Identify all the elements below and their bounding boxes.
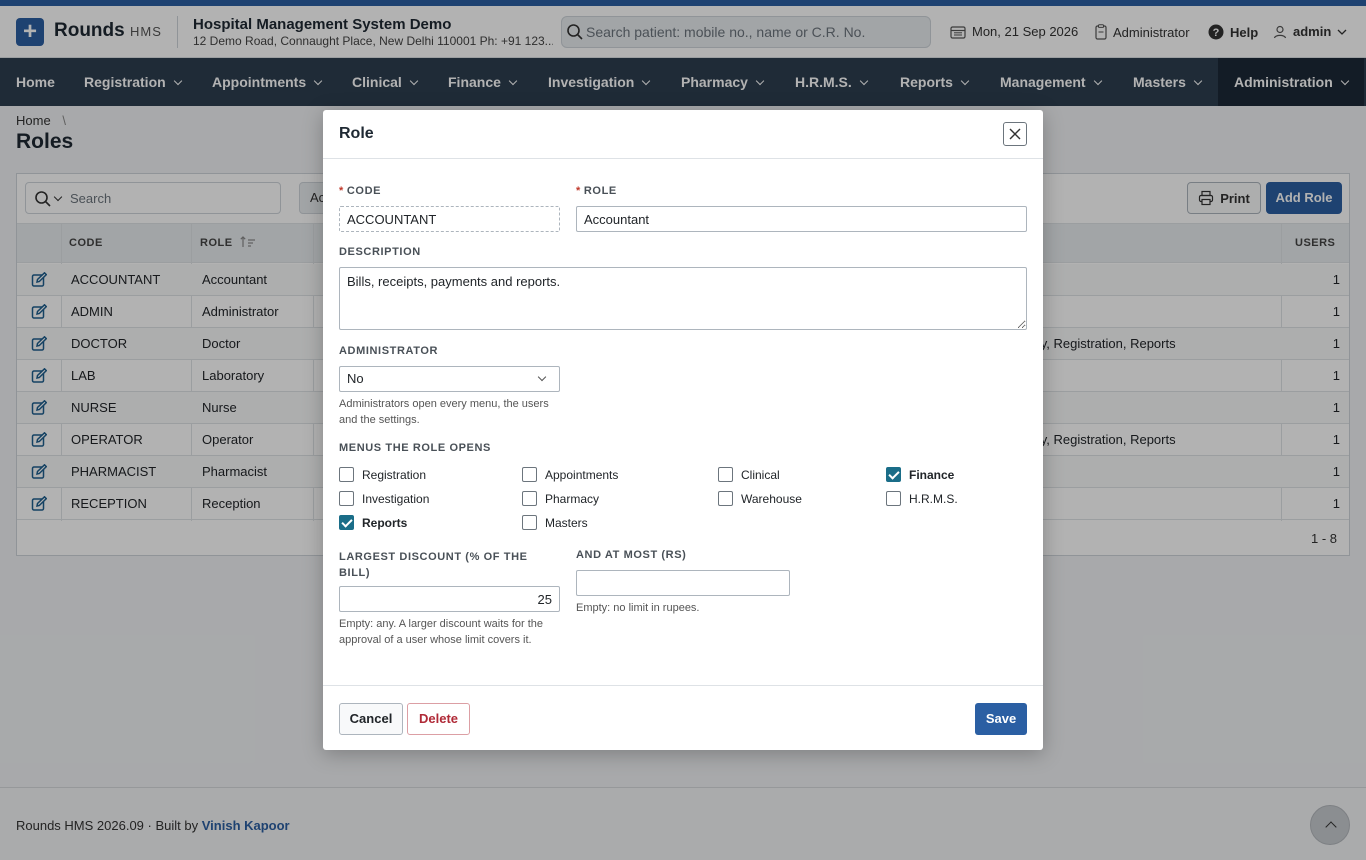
cancel-button[interactable]: Cancel	[339, 703, 403, 735]
discount-label: LARGEST DISCOUNT (% OF THE BILL)	[339, 551, 528, 579]
code-field[interactable]	[339, 206, 560, 232]
menu-checkbox-finance[interactable]: Finance	[886, 467, 954, 482]
chevron-down-icon	[537, 372, 547, 382]
delete-button[interactable]: Delete	[407, 703, 470, 735]
checkbox[interactable]	[339, 467, 354, 482]
checkbox[interactable]	[886, 491, 901, 506]
required-marker: *	[576, 185, 581, 197]
description-field[interactable]: Bills, receipts, payments and reports.	[339, 267, 1027, 330]
dialog-header: Role	[323, 110, 1043, 159]
administrator-select[interactable]: No	[339, 366, 560, 392]
discount-help: Empty: any. A larger discount waits for …	[339, 618, 544, 646]
required-marker: *	[339, 185, 344, 197]
role-field[interactable]	[576, 206, 1027, 232]
close-icon	[1009, 128, 1021, 140]
role-dialog: Role *CODE *ROLE DESCRIPTION Bills, rece…	[323, 110, 1043, 750]
menu-checkbox-appointments[interactable]: Appointments	[522, 467, 618, 482]
menu-checkbox-reports[interactable]: Reports	[339, 515, 407, 530]
checkbox[interactable]	[522, 491, 537, 506]
code-label: * CODE	[339, 185, 382, 197]
checkbox[interactable]	[522, 515, 537, 530]
menu-checkbox-clinical[interactable]: Clinical	[718, 467, 780, 482]
menu-checkbox-registration[interactable]: Registration	[339, 467, 426, 482]
dialog-footer: Cancel Delete Save	[323, 685, 1043, 750]
description-label: DESCRIPTION	[339, 246, 421, 258]
administrator-help: Administrators open every menu, the user…	[339, 398, 549, 426]
checkbox[interactable]	[718, 491, 733, 506]
close-button[interactable]	[1003, 122, 1027, 146]
checkbox[interactable]	[339, 491, 354, 506]
role-label: * ROLE	[576, 185, 617, 197]
menu-checkbox-hrms[interactable]: H.R.M.S.	[886, 491, 958, 506]
checkbox-checked[interactable]	[886, 467, 901, 482]
atmost-help: Empty: no limit in rupees.	[576, 602, 700, 614]
checkbox-checked[interactable]	[339, 515, 354, 530]
dialog-title: Role	[339, 125, 374, 142]
menus-label: MENUS THE ROLE OPENS	[339, 442, 491, 454]
atmost-label: AND AT MOST (RS)	[576, 549, 687, 561]
administrator-label: ADMINISTRATOR	[339, 345, 439, 357]
menu-checkbox-warehouse[interactable]: Warehouse	[718, 491, 802, 506]
menu-checkbox-investigation[interactable]: Investigation	[339, 491, 429, 506]
atmost-field[interactable]	[576, 570, 790, 596]
discount-field[interactable]	[339, 586, 560, 612]
menu-checkbox-pharmacy[interactable]: Pharmacy	[522, 491, 599, 506]
checkbox[interactable]	[522, 467, 537, 482]
save-button[interactable]: Save	[975, 703, 1027, 735]
menu-checkbox-masters[interactable]: Masters	[522, 515, 588, 530]
checkbox[interactable]	[718, 467, 733, 482]
